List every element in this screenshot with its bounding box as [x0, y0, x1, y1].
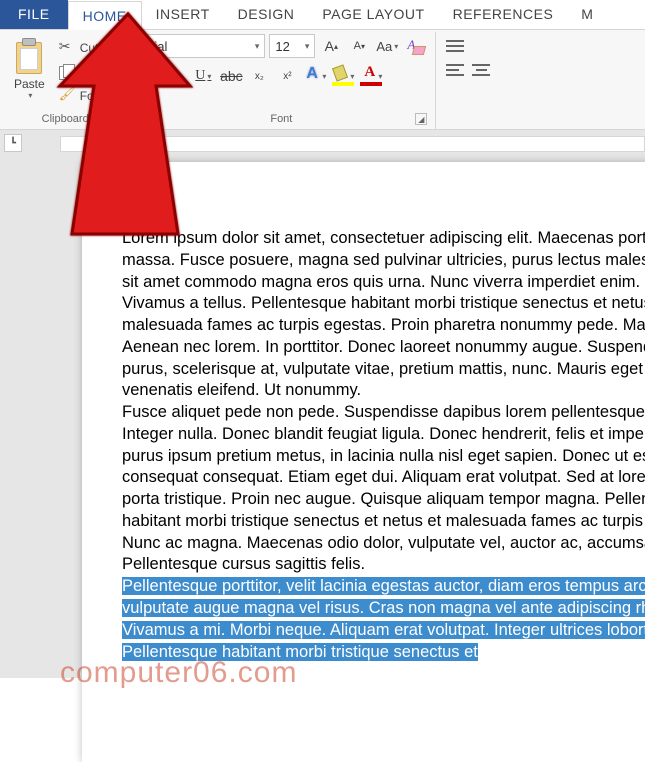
- cut-button[interactable]: Cut: [55, 38, 119, 58]
- highlight-button[interactable]: ▾: [331, 64, 355, 88]
- paste-label: Paste: [14, 77, 45, 91]
- paragraph-2: Fusce aliquet pede non pede. Suspendisse…: [122, 403, 645, 573]
- ribbon: Paste ▾ Cut Copy Forma Clipboard: [0, 30, 645, 130]
- font-size-value: 12: [275, 39, 289, 54]
- horizontal-ruler[interactable]: [60, 136, 645, 152]
- align-left-button[interactable]: [444, 61, 466, 79]
- group-paragraph: [436, 32, 500, 129]
- eraser-icon: [405, 37, 425, 55]
- tab-insert[interactable]: INSERT: [142, 0, 224, 29]
- font-group-label: Font ◢: [135, 111, 427, 129]
- document-body[interactable]: Lorem ipsum dolor sit amet, consectetuer…: [122, 228, 645, 663]
- font-size-combo[interactable]: 12 ▾: [269, 34, 315, 58]
- strikethrough-button[interactable]: abc: [219, 64, 243, 88]
- document-workspace: ┗ Lorem ipsum dolor sit amet, consectetu…: [0, 130, 645, 678]
- chevron-down-icon: ▾: [255, 41, 260, 52]
- bold-button[interactable]: B: [135, 64, 159, 88]
- ribbon-tabstrip: FILE HOME INSERT DESIGN PAGE LAYOUT REFE…: [0, 0, 645, 30]
- tab-home[interactable]: HOME: [68, 1, 142, 30]
- highlighter-icon: [332, 66, 348, 86]
- font-name-value: Arial: [141, 39, 167, 54]
- text-effects-button[interactable]: ▾: [303, 64, 327, 88]
- cut-label: Cut: [80, 41, 99, 55]
- tab-design[interactable]: DESIGN: [224, 0, 309, 29]
- copy-label: Copy: [80, 65, 108, 79]
- clipboard-dialog-launcher[interactable]: ◢: [106, 113, 118, 125]
- italic-button[interactable]: I: [163, 64, 187, 88]
- font-dialog-launcher[interactable]: ◢: [415, 113, 427, 125]
- clear-formatting-button[interactable]: [403, 34, 427, 58]
- subscript-button[interactable]: x₂: [247, 64, 271, 88]
- font-color-button[interactable]: ▾: [359, 64, 383, 88]
- format-painter-button[interactable]: Forma: [55, 86, 119, 106]
- tab-page-layout[interactable]: PAGE LAYOUT: [308, 0, 438, 29]
- change-case-button[interactable]: Aa▾: [375, 34, 399, 58]
- tab-mailings-truncated[interactable]: M: [567, 0, 607, 29]
- tab-references[interactable]: REFERENCES: [439, 0, 568, 29]
- align-center-button[interactable]: [470, 61, 492, 79]
- text-effects-icon: [304, 67, 320, 85]
- paste-button[interactable]: Paste ▾: [12, 34, 51, 111]
- copy-icon: [59, 64, 75, 80]
- chevron-down-icon: ▾: [28, 91, 32, 100]
- chevron-down-icon: ▾: [305, 41, 310, 52]
- paste-icon: [14, 38, 44, 74]
- brush-icon: [59, 88, 75, 104]
- font-color-icon: [360, 66, 376, 86]
- clipboard-group-label: Clipboard ◢: [12, 111, 118, 129]
- scissors-icon: [59, 40, 75, 56]
- document-page[interactable]: Lorem ipsum dolor sit amet, consectetuer…: [82, 162, 645, 762]
- tab-file[interactable]: FILE: [0, 0, 68, 29]
- superscript-button[interactable]: x²: [275, 64, 299, 88]
- grow-font-button[interactable]: A▴: [319, 34, 343, 58]
- underline-button[interactable]: U▾: [191, 64, 215, 88]
- group-font: Arial ▾ 12 ▾ A▴ A▾ Aa▾: [127, 32, 436, 129]
- shrink-font-button[interactable]: A▾: [347, 34, 371, 58]
- group-clipboard: Paste ▾ Cut Copy Forma Clipboard: [4, 32, 127, 129]
- format-painter-label: Forma: [80, 89, 115, 103]
- selected-text: Pellentesque porttitor, velit lacinia eg…: [122, 577, 645, 660]
- bullets-button[interactable]: [444, 37, 466, 55]
- copy-button[interactable]: Copy: [55, 62, 119, 82]
- font-name-combo[interactable]: Arial ▾: [135, 34, 265, 58]
- tab-selector[interactable]: ┗: [4, 134, 22, 152]
- paragraph-1: Lorem ipsum dolor sit amet, consectetuer…: [122, 229, 645, 399]
